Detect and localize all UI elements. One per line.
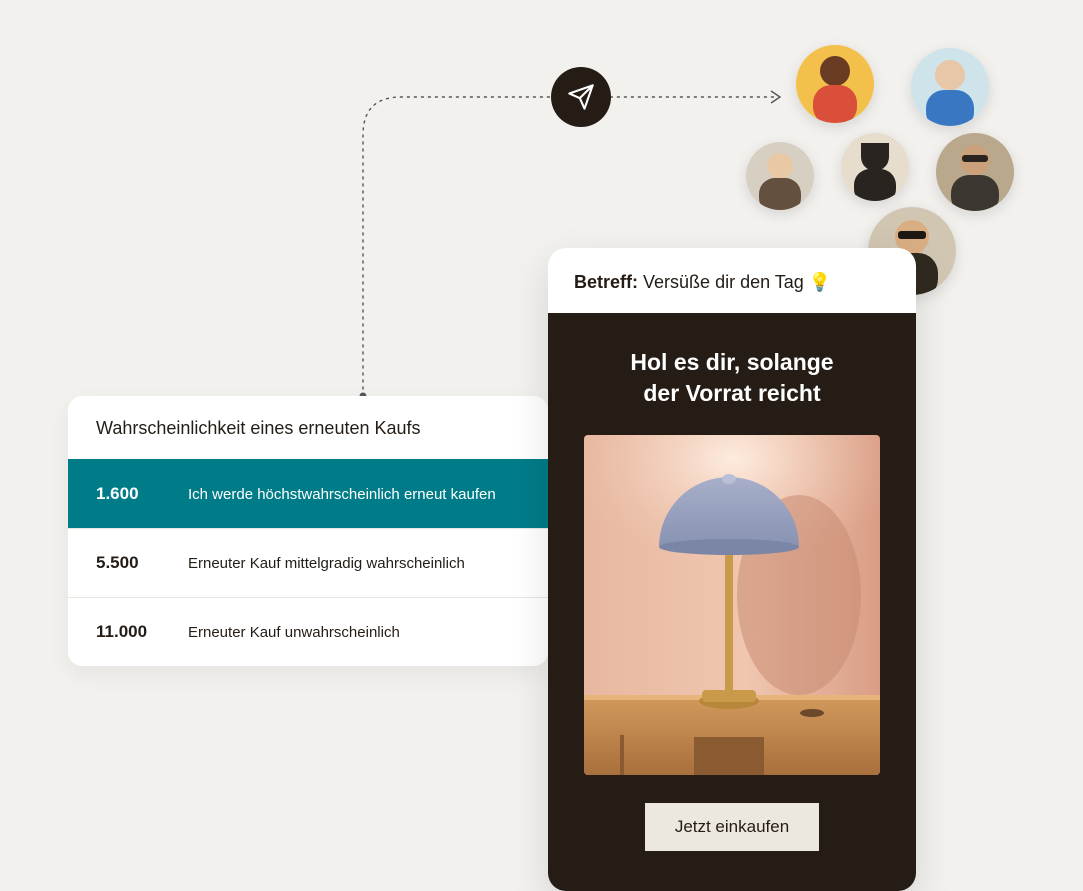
probability-count: 11.000	[96, 622, 156, 642]
probability-count: 5.500	[96, 553, 156, 573]
avatar	[746, 142, 814, 210]
probability-card: Wahrscheinlichkeit eines erneuten Kaufs …	[68, 396, 548, 666]
probability-label: Ich werde höchstwahrscheinlich erneut ka…	[188, 486, 496, 503]
email-headline: Hol es dir, solange der Vorrat reicht	[574, 347, 890, 409]
avatar	[796, 45, 874, 123]
avatar	[911, 48, 989, 126]
product-image	[584, 435, 880, 775]
subject-text: Versüße dir den Tag 💡	[643, 272, 831, 292]
probability-title: Wahrscheinlichkeit eines erneuten Kaufs	[68, 396, 548, 459]
probability-count: 1.600	[96, 484, 156, 504]
probability-row[interactable]: 5.500 Erneuter Kauf mittelgradig wahrsch…	[68, 528, 548, 597]
subject-label: Betreff:	[574, 272, 638, 292]
email-card: Betreff: Versüße dir den Tag 💡 Hol es di…	[548, 248, 916, 891]
probability-label: Erneuter Kauf unwahrscheinlich	[188, 624, 400, 641]
email-subject: Betreff: Versüße dir den Tag 💡	[548, 248, 916, 313]
probability-label: Erneuter Kauf mittelgradig wahrscheinlic…	[188, 555, 465, 572]
probability-row[interactable]: 1.600 Ich werde höchstwahrscheinlich ern…	[68, 459, 548, 528]
avatar	[841, 133, 909, 201]
send-icon	[551, 67, 611, 127]
shop-now-button[interactable]: Jetzt einkaufen	[645, 803, 819, 851]
probability-row[interactable]: 11.000 Erneuter Kauf unwahrscheinlich	[68, 597, 548, 666]
avatar	[936, 133, 1014, 211]
